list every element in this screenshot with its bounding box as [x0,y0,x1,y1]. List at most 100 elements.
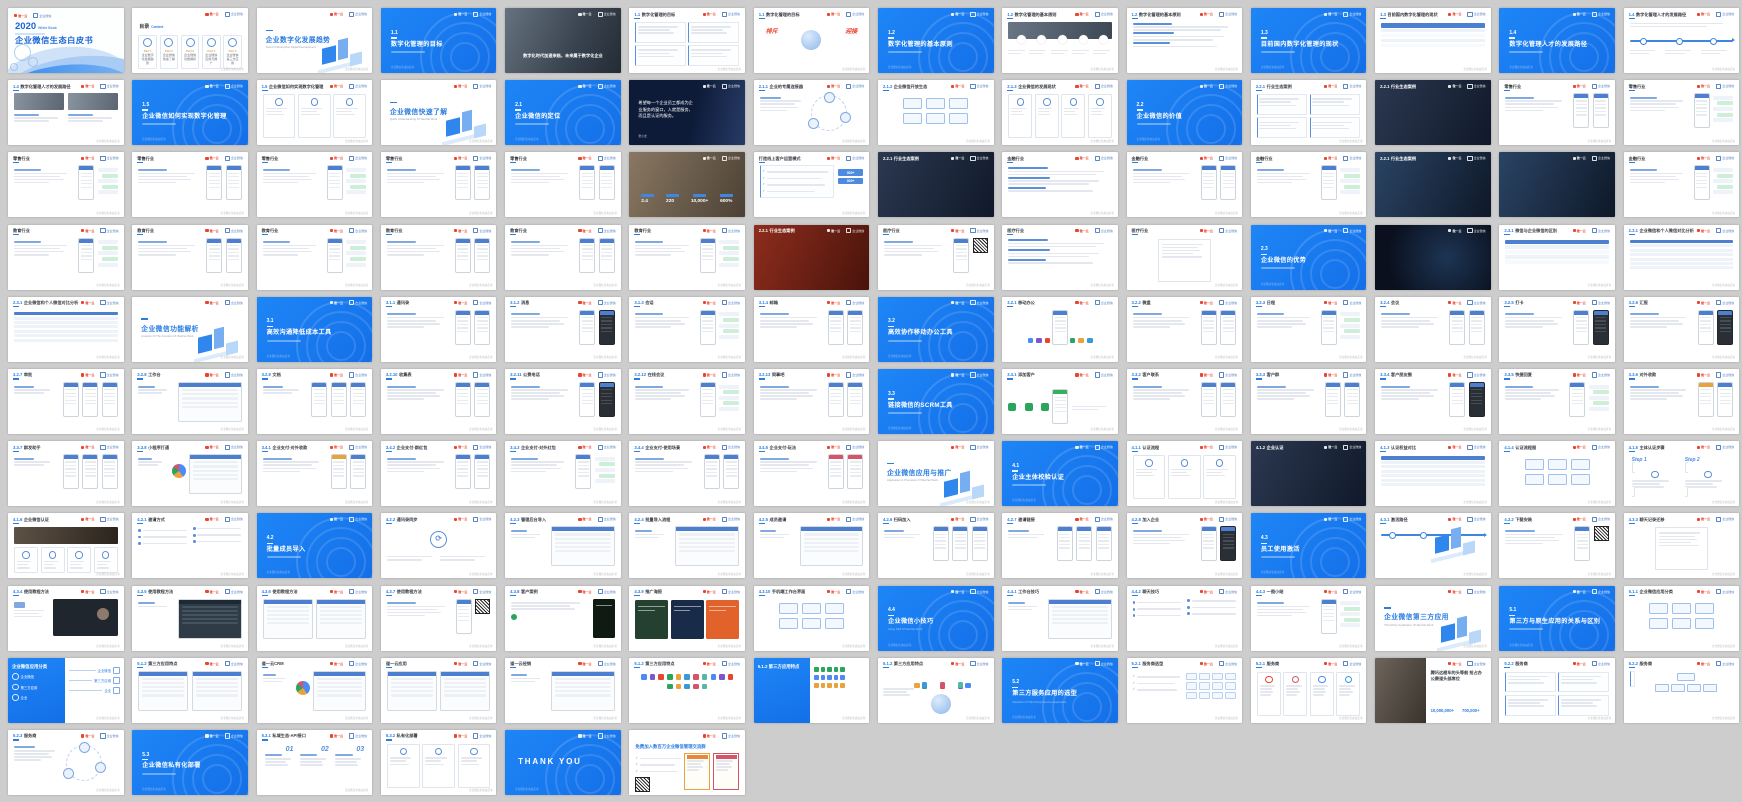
slide-thumbnail[interactable]: 3.4.5 企业支付-玩法 微一云 · 企业微信 企业微信生态白皮书 [753,441,870,507]
slide-thumbnail[interactable]: 3.1.1 通讯录 微一云 · 企业微信 企业微信生态白皮书 [380,296,497,362]
slide-thumbnail[interactable]: 企业微信应用分类 企业微信 第三方应用 企业 企业微信 第三方应用 企业 企业微信生态白皮书 [8,657,124,723]
slide-thumbnail[interactable]: 4.1.3 认证权益对比 微一云 · 企业微信 企业微信生态白皮书 [1375,441,1491,507]
slide-thumbnail[interactable]: 3.4.4 企业支付-使用场景 微一云 · 企业微信 企业微信生态白皮书 [629,441,745,507]
slide-thumbnail[interactable]: 微一云 · 企业微信 2.1 企业微信的定位 企业微信生态白皮书 [505,80,621,146]
slide-thumbnail[interactable]: 5.2.2 服务商 微一云 · 企业微信 企业微信生态白皮书 [1623,657,1740,723]
slide-thumbnail[interactable]: 4.3.3 聊天记录迁移 微一云 · 企业微信 企业微信生态白皮书 [1623,513,1740,579]
slide-thumbnail[interactable]: 微一云 · 企业微信 5.3 企业微信私有化部署 企业微信生态白皮书 [132,729,248,795]
slide-thumbnail[interactable]: 3.2.5 打卡 微一云 · 企业微信 企业微信生态白皮书 [1499,296,1615,362]
slide-thumbnail[interactable]: 3.4.1 企业支付-对外收款 微一云 · 企业微信 企业微信生态白皮书 [256,441,373,507]
slide-thumbnail[interactable]: 教育行业 微一云 · 企业微信 企业微信生态白皮书 [256,224,373,290]
slide-thumbnail[interactable]: 4.3.2 下载安装 微一云 · 企业微信 企业微信生态白皮书 [1499,513,1615,579]
slide-thumbnail[interactable]: 1.4 数字化管理人才的发展路径 微一云 · 企业微信 企业微信生态白皮书 [1623,8,1740,73]
slide-thumbnail[interactable]: 微一云 · 企业微信 数字化时代加速来临，未来属于数字化企业 [505,8,621,73]
slide-thumbnail[interactable]: 3.2.7 审批 微一云 · 企业微信 企业微信生态白皮书 [8,368,124,434]
slide-thumbnail[interactable]: 金融行业 微一云 · 企业微信 企业微信生态白皮书 [1126,152,1243,218]
slide-thumbnail[interactable]: 4.1.5 主体认证步骤 微一云 · 企业微信 Step 1 Step 2 企业微信生态白皮书 [1623,441,1740,507]
slide-thumbnail[interactable]: 教育行业 微一云 · 企业微信 企业微信生态白皮书 [8,224,124,290]
slide-thumbnail[interactable]: 3.2.13 同事吧 微一云 · 企业微信 企业微信生态白皮书 [753,368,870,434]
slide-thumbnail[interactable]: 微一云 · 企业微信 2.3 企业微信的优势 企业微信生态白皮书 [1250,224,1367,290]
slide-thumbnail[interactable]: 2.3.1 微信与企业微信的区别 微一云 · 企业微信 企业微信生态白皮书 [1499,224,1615,290]
slide-thumbnail[interactable]: 2.2.1 行业生态案例 微一云 · 企业微信 [1375,80,1491,146]
slide-thumbnail[interactable]: 4.4.1 工作台技巧 微一云 · 企业微信 企业微信生态白皮书 [1002,585,1118,651]
slide-thumbnail[interactable]: 4.1.4 认证流程图 微一云 · 企业微信 企业微信生态白皮书 [1499,441,1615,507]
slide-thumbnail[interactable]: 4.3.4 使用教程方法 微一云 · 企业微信 企业微信生态白皮书 [8,585,124,651]
slide-thumbnail[interactable]: 4.2.5 成员邀请 微一云 · 企业微信 企业微信生态白皮书 [753,513,870,579]
slide-thumbnail[interactable]: 5.2.3 服务商 微一云 · 企业微信 企业微信生态白皮书 [8,729,124,795]
slide-thumbnail[interactable]: 零售行业 微一云 · 企业微信 企业微信生态白皮书 [256,152,373,218]
toc-part[interactable]: Part 3 企业微信功能解析 [180,34,200,70]
slide-thumbnail[interactable]: 微一云 · 企业微信 企业微信功能解析 Analysis Of The Function… [132,296,248,362]
slide-thumbnail[interactable]: 微一云 · 企业微信 5.2 第三方服务应用的选型 Selection Of Thi… [1002,657,1118,723]
slide-thumbnail[interactable]: 5.1.1 企业微信应用分类 微一云 · 企业微信 企业微信生态白皮书 [1623,585,1740,651]
slide-thumbnail[interactable]: 5.3.1 私域生态-API接口 微一云 · 企业微信 01 02 03 企业微信生态白皮书 [256,729,373,795]
toc-part[interactable]: Part 4 企业微信应用与推广 [201,34,221,70]
slide-thumbnail[interactable]: 4.3.9 推广海报 微一云 · 企业微信 企业微信生态白皮书 [629,585,745,651]
slide-thumbnail[interactable]: 微一云 · 企业微信 4.1 企业主体校验认证 企业微信生态白皮书 [1002,441,1118,507]
slide-thumbnail[interactable]: 微一云 · 企业微信 5.1 第三方与原生应用的关系与区别 企业微信生态白皮书 [1499,585,1615,651]
slide-thumbnail[interactable]: 微一云 · 企业微信 4.4 企业微信小技巧 Using Skill Of Wech… [877,585,994,651]
slide-thumbnail[interactable]: 微一云 · 企业微信 [1499,152,1615,218]
slide-thumbnail[interactable]: 微一云 · 企业微信 3.3 链接微信的SCRM工具 企业微信生态白皮书 [877,368,994,434]
slide-thumbnail[interactable]: 3.3.5 快捷回复 微一云 · 企业微信 企业微信生态白皮书 [1499,368,1615,434]
slide-thumbnail[interactable]: 微一云 · 企业微信 企业微信快速了解 Quick Understanding Of W… [380,80,497,146]
slide-thumbnail[interactable]: 3.3.2 客户联系 微一云 · 企业微信 企业微信生态白皮书 [1126,368,1243,434]
slide-thumbnail[interactable]: 3.2.2 微盘 微一云 · 企业微信 企业微信生态白皮书 [1126,296,1243,362]
slide-thumbnail[interactable]: 3.2.8 工作台 微一云 · 企业微信 企业微信生态白皮书 [132,368,248,434]
slide-thumbnail[interactable]: 零售行业 微一云 · 企业微信 企业微信生态白皮书 [505,152,621,218]
slide-thumbnail[interactable]: 4.4.2 聊天技巧 微一云 · 企业微信 企业微信生态白皮书 [1126,585,1243,651]
slide-thumbnail[interactable]: 3.2.3 日程 微一云 · 企业微信 企业微信生态白皮书 [1250,296,1367,362]
slide-thumbnail[interactable]: 5.2.1 服务商 微一云 · 企业微信 企业微信生态白皮书 [1250,657,1367,723]
slide-thumbnail[interactable]: 1.2 数字化管理的基本原则 微一云 · 企业微信 企业微信生态白皮书 [1126,8,1243,73]
slide-thumbnail[interactable]: 3.2.4 会议 微一云 · 企业微信 企业微信生态白皮书 [1375,296,1491,362]
slide-thumbnail[interactable]: 2.2.1 行业生态案例 微一云 · 企业微信 [877,152,994,218]
slide-thumbnail[interactable]: 微一云 · 企业微信 目录 Content Part 1 企业数字化发展趋势 Part 2… [132,8,248,73]
slide-thumbnail[interactable]: 医疗行业 微一云 · 企业微信 企业微信生态白皮书 [1002,224,1118,290]
slide-thumbnail[interactable]: 微一云 · 企业微信 腾讯这趟车的头等舱 抢占办公赛道头部席位 10,000,000+ 7… [1375,657,1491,723]
slide-thumbnail[interactable]: 4.2.7 邀请链接 微一云 · 企业微信 企业微信生态白皮书 [1002,513,1118,579]
slide-thumbnail[interactable]: 4.2.6 扫码加入 微一云 · 企业微信 企业微信生态白皮书 [877,513,994,579]
slide-thumbnail[interactable]: 5.1.2 第三方应用特点 企业微信生态白皮书 [753,657,870,723]
slide-thumbnail[interactable]: 3.1.3 会话 微一云 · 企业微信 企业微信生态白皮书 [629,296,745,362]
slide-thumbnail[interactable]: 2.2.1 行业生态案例 微一云 · 企业微信 [753,224,870,290]
slide-thumbnail[interactable]: 4.3.5 使用教程方法 微一云 · 企业微信 企业微信生态白皮书 [132,585,248,651]
slide-thumbnail[interactable]: 微一云 · 企业微信 [1375,224,1491,290]
slide-thumbnail[interactable]: 微一云 · 企业微信 THANK YOU 企业微信生态白皮书 [505,729,621,795]
slide-thumbnail[interactable]: 1.1 数字化管理的目标 微一云 · 企业微信 排斥 迎接 企业微信生态白皮书 [753,8,870,73]
slide-thumbnail[interactable]: 4.1.6 企业微信认证 微一云 · 企业微信 企业微信生态白皮书 [8,513,124,579]
slide-thumbnail[interactable]: 微一云 · 企业微信 4.2 批量成员导入 企业微信生态白皮书 [256,513,373,579]
slide-thumbnail[interactable]: 3.4.3 企业支付-对外红包 微一云 · 企业微信 企业微信生态白皮书 [505,441,621,507]
slide-thumbnail[interactable]: 3.2.9 文档 微一云 · 企业微信 企业微信生态白皮书 [256,368,373,434]
slide-thumbnail[interactable]: 4.2.8 加入企业 微一云 · 企业微信 企业微信生态白皮书 [1126,513,1243,579]
slide-thumbnail[interactable]: 微一云 · 企业微信 免费加入数百万企业微信管理交流群 ✓ ✓ ✓ [629,729,745,795]
slide-thumbnail[interactable]: 道一云CRM 微一云 · 企业微信 企业微信生态白皮书 [256,657,373,723]
slide-thumbnail[interactable]: 3.3.8 小程序打通 微一云 · 企业微信 企业微信生态白皮书 [132,441,248,507]
slide-thumbnail[interactable]: 4.2.2 通讯录同步 微一云 · 企业微信 ⟳ 企业微信生态白皮书 [380,513,497,579]
slide-thumbnail[interactable]: 2.1.3 企业微信的发展现状 微一云 · 企业微信 企业微信生态白皮书 [1002,80,1118,146]
slide-thumbnail[interactable]: 零售行业 微一云 · 企业微信 企业微信生态白皮书 [380,152,497,218]
slide-thumbnail[interactable]: 3.2.6 汇报 微一云 · 企业微信 企业微信生态白皮书 [1623,296,1740,362]
slide-thumbnail[interactable]: 5.3.2 私有化部署 微一云 · 企业微信 企业微信生态白皮书 [380,729,497,795]
slide-thumbnail[interactable]: 3.3.6 对外收款 微一云 · 企业微信 企业微信生态白皮书 [1623,368,1740,434]
toc-part[interactable]: Part 1 企业数字化发展趋势 [138,34,157,70]
slide-thumbnail[interactable]: 微一云 · 企业微信 1.3 目前国内数字化管理的现状 企业微信生态白皮书 [1250,8,1367,73]
slide-thumbnail[interactable]: 打造线上客户运营模式 微一云 · 企业微信 ✓ ✓ ✓ ✓ 300+ 300+ 企业微信生态白皮书 [753,152,870,218]
slide-thumbnail[interactable]: 4.3.6 使用教程方法 微一云 · 企业微信 企业微信生态白皮书 [256,585,373,651]
slide-thumbnail[interactable]: 1.2 数字化管理的基本原则 微一云 · 企业微信 企业微信生态白皮书 [1002,8,1118,73]
slide-thumbnail[interactable]: 零售行业 微一云 · 企业微信 企业微信生态白皮书 [132,152,248,218]
toc-part[interactable]: Part 5 企业微信第三方应用 [223,34,242,70]
slide-thumbnail[interactable]: 微一云 · 企业微信 企业数字化发展趋势 Trend Of Enterprise Dig… [256,8,373,73]
slide-thumbnail[interactable]: 5.1.2 第三方应用特点 微一云 · 企业微信 企业微信生态白皮书 [629,657,745,723]
slide-thumbnail[interactable]: 3.1.2 消息 微一云 · 企业微信 企业微信生态白皮书 [505,296,621,362]
slide-thumbnail[interactable]: 4.3.7 使用教程方法 微一云 · 企业微信 企业微信生态白皮书 [380,585,497,651]
slide-thumbnail[interactable]: 4.3.10 手机端工作台界面 微一云 · 企业微信 企业微信生态白皮书 [753,585,870,651]
slide-thumbnail[interactable]: 4.1.1 认证流程 微一云 · 企业微信 企业微信生态白皮书 [1126,441,1243,507]
slide-thumbnail[interactable]: 3.3.4 客户朋友圈 微一云 · 企业微信 企业微信生态白皮书 [1375,368,1491,434]
slide-thumbnail[interactable]: 3.2.12 在线会议 微一云 · 企业微信 企业微信生态白皮书 [629,368,745,434]
slide-thumbnail[interactable]: 道一云经销 微一云 · 企业微信 企业微信生态白皮书 [505,657,621,723]
slide-thumbnail[interactable]: 2.1.2 企业微信开放生态 微一云 · 企业微信 企业微信生态白皮书 [877,80,994,146]
slide-thumbnail[interactable]: 金融行业 微一云 · 企业微信 企业微信生态白皮书 [1002,152,1118,218]
slide-thumbnail[interactable]: 微一云 · 企业微信 企业微信第三方应用 Third Party Application… [1375,585,1491,651]
slide-thumbnail[interactable]: 3.2.1 移动办公 微一云 · 企业微信 企业微信生态白皮书 [1002,296,1118,362]
slide-thumbnail[interactable]: 4.2.3 管理后台导入 微一云 · 企业微信 企业微信生态白皮书 [505,513,621,579]
